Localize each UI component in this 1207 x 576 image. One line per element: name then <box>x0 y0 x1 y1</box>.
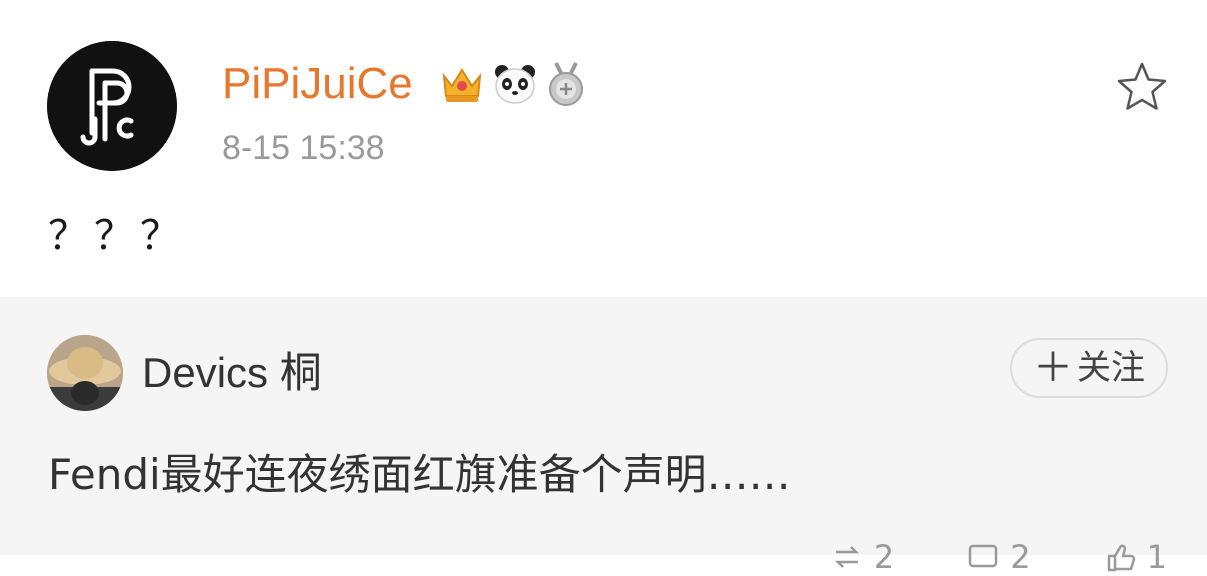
post-text: ？？？ <box>48 213 186 259</box>
repost-count: 2 <box>873 538 895 576</box>
username[interactable]: PiPiJuiCe <box>222 58 413 110</box>
comment-icon <box>969 544 998 568</box>
avatar[interactable] <box>47 41 177 171</box>
repost-username[interactable]: Devics 桐 <box>142 345 322 401</box>
repost-icon <box>834 546 859 568</box>
repost-card[interactable]: Devics 桐 ＋ 关注 Fendi最好连夜绣面红旗准备个声明…… 2 2 1 <box>0 297 1207 575</box>
medal-icon[interactable] <box>544 61 588 107</box>
repost-action[interactable]: 2 <box>830 539 894 575</box>
follow-button[interactable]: ＋ 关注 <box>1010 338 1168 398</box>
panda-icon[interactable] <box>492 62 538 106</box>
repost-text: Fendi最好连夜绣面红旗准备个声明…… <box>48 450 791 499</box>
star-icon[interactable] <box>1115 60 1169 114</box>
like-action[interactable]: 1 <box>1103 539 1167 575</box>
action-bar: 2 2 1 <box>830 539 1167 575</box>
pijc-logo-icon <box>47 41 177 171</box>
plus-icon: ＋ <box>1033 345 1073 391</box>
repost-avatar[interactable] <box>47 335 123 411</box>
user-badges <box>438 60 588 108</box>
follow-label: 关注 <box>1077 348 1145 388</box>
comment-count: 2 <box>1010 538 1031 576</box>
comment-action[interactable]: 2 <box>966 538 1031 576</box>
crown-icon[interactable] <box>438 62 486 106</box>
post-timestamp: 8-15 15:38 <box>222 129 385 167</box>
like-icon <box>1107 544 1135 572</box>
like-count: 1 <box>1146 538 1167 576</box>
